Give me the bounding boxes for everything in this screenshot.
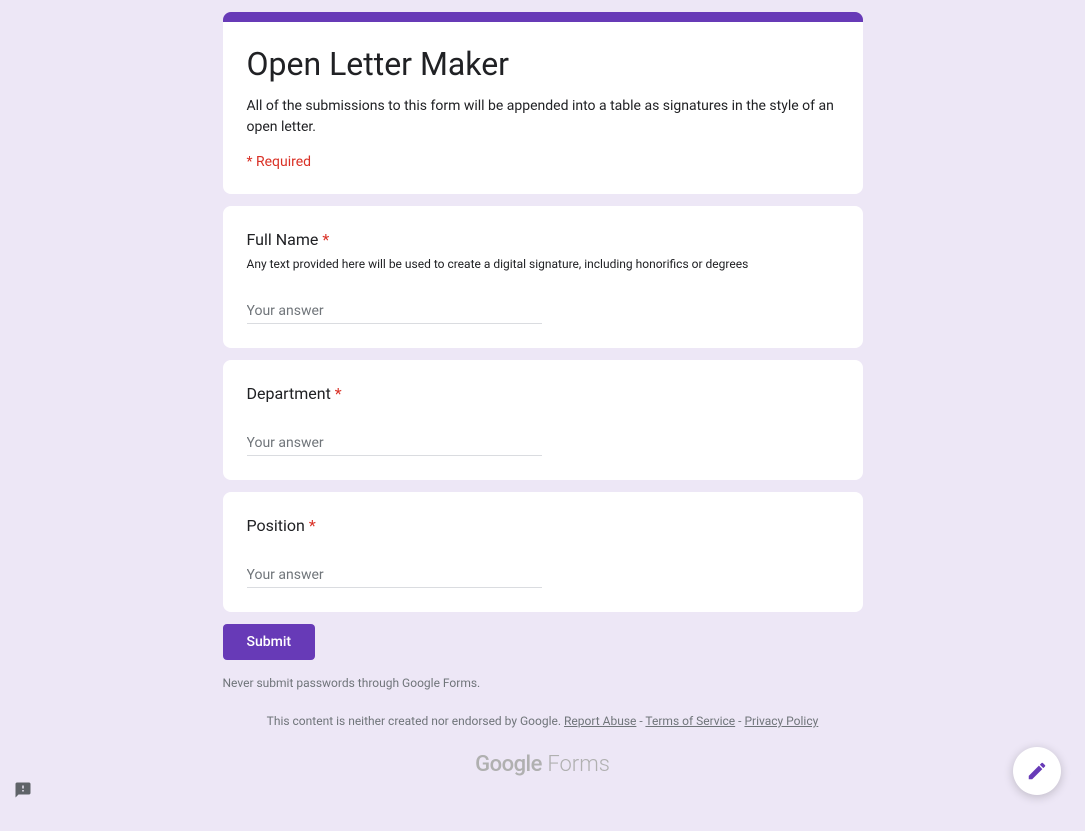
- forms-text: Forms: [542, 752, 610, 777]
- form-title: Open Letter Maker: [247, 44, 839, 84]
- footer-disclaimer: This content is neither created nor endo…: [223, 714, 863, 728]
- required-note: * Required: [247, 154, 839, 170]
- question-label: Position *: [247, 516, 839, 535]
- google-text: Google: [475, 752, 542, 777]
- feedback-icon[interactable]: [14, 781, 32, 799]
- header-card: Open Letter Maker All of the submissions…: [223, 12, 863, 194]
- form-container: Open Letter Maker All of the submissions…: [223, 12, 863, 797]
- password-warning: Never submit passwords through Google Fo…: [223, 676, 863, 690]
- position-input[interactable]: [247, 559, 542, 588]
- required-asterisk: *: [331, 384, 342, 403]
- required-asterisk: *: [305, 516, 316, 535]
- privacy-link[interactable]: Privacy Policy: [744, 714, 818, 728]
- form-description: All of the submissions to this form will…: [247, 96, 839, 138]
- google-forms-logo[interactable]: Google Forms: [223, 752, 863, 797]
- edit-button[interactable]: [1013, 747, 1061, 795]
- label-text: Department: [247, 384, 331, 403]
- label-text: Position: [247, 516, 305, 535]
- submit-button[interactable]: Submit: [223, 624, 316, 660]
- department-input[interactable]: [247, 427, 542, 456]
- report-abuse-link[interactable]: Report Abuse: [564, 714, 636, 728]
- required-asterisk: *: [318, 230, 329, 249]
- question-label: Department *: [247, 384, 839, 403]
- question-label: Full Name *: [247, 230, 839, 249]
- submit-row: Submit: [223, 624, 863, 660]
- disclaimer-text: This content is neither created nor endo…: [267, 714, 564, 728]
- label-text: Full Name: [247, 230, 319, 249]
- pencil-icon: [1026, 760, 1048, 782]
- question-full-name: Full Name * Any text provided here will …: [223, 206, 863, 348]
- question-position: Position *: [223, 492, 863, 612]
- terms-link[interactable]: Terms of Service: [645, 714, 735, 728]
- question-help: Any text provided here will be used to c…: [247, 257, 839, 271]
- full-name-input[interactable]: [247, 295, 542, 324]
- question-department: Department *: [223, 360, 863, 480]
